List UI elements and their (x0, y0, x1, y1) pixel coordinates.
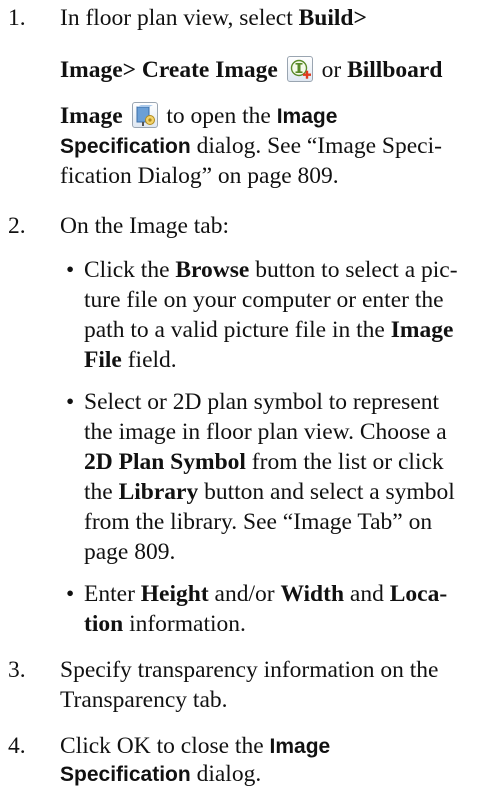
bullet-2-line-1: Select or 2D plan symbol to represent (84, 388, 439, 416)
bullet-3-line-2: tion information. (84, 610, 246, 638)
text: dialog. (190, 761, 262, 787)
text: field. (121, 347, 177, 373)
text: Click the (84, 257, 176, 283)
text: the (84, 479, 119, 505)
bullet-1-line-3: path to a valid picture file in the Imag… (84, 316, 453, 344)
text: to open the (160, 103, 277, 129)
bullet-2-line-3: 2D Plan Symbol from the list or click (84, 448, 444, 476)
bullet-2-line-2: the image in floor plan view. Choose a (84, 418, 447, 446)
field-name: Height (140, 581, 209, 607)
step-1-line-3: Image to open the Image (60, 102, 337, 131)
text: the image in floor plan view. Choose a (84, 419, 447, 445)
bullet-1-line-2: ture file on your computer or enter the (84, 286, 444, 314)
text: ture file on your computer or enter the (84, 287, 444, 313)
step-4-line-2: Specification dialog. (60, 760, 261, 789)
field-name: File (84, 347, 122, 373)
field-name: Image (390, 317, 454, 343)
text: or (315, 57, 348, 83)
field-name: Width (280, 581, 345, 607)
bullet-marker: • (66, 389, 75, 415)
step-3-line-1: Specify transparency information on the (60, 656, 439, 684)
step-2-line-1: On the Image tab: (60, 212, 229, 240)
step-number: 3. (8, 657, 26, 683)
dialog-name: Specification (60, 135, 191, 158)
dialog-name: Specification (60, 763, 191, 786)
menu-image: Image (60, 103, 123, 129)
step-1-line-5: fication Dialog” on page 809. (60, 162, 339, 190)
text: from the list or click (245, 449, 444, 475)
create-image-icon (286, 56, 313, 82)
text: In floor plan view, select (60, 5, 299, 31)
text: and (344, 581, 390, 607)
step-number: 1. (8, 5, 26, 31)
text: Enter (84, 581, 141, 607)
text: Specify transparency information on the (60, 657, 439, 683)
dialog-name: Image (269, 735, 331, 758)
browse-button-name: Browse (175, 257, 250, 283)
step-1-line-2: Image> Create Image or Billboard (60, 56, 442, 84)
text: button to select a pic- (249, 257, 458, 283)
text: from the library. See “Image Tab” on (84, 509, 433, 535)
bullet-2-line-4: the Library button and select a symbol (84, 478, 455, 506)
field-name: 2D Plan Symbol (84, 449, 246, 475)
text: Select or 2D plan symbol to represent (84, 389, 440, 415)
step-3-line-2: Transparency tab. (60, 686, 228, 714)
text: Transparency tab. (60, 687, 228, 713)
step-number: 2. (8, 213, 26, 239)
text: Click OK to close the (60, 733, 270, 759)
text: fication Dialog” on page 809. (60, 163, 339, 189)
text: and/or (208, 581, 281, 607)
step-1-line-4: Specification dialog. See “Image Speci- (60, 132, 442, 161)
bullet-1-line-1: Click the Browse button to select a pic- (84, 256, 458, 284)
bullet-2-line-6: page 809. (84, 538, 175, 566)
bullet-2-line-5: from the library. See “Image Tab” on (84, 508, 432, 536)
dialog-name: Image (276, 105, 338, 128)
text: button and select a symbol (198, 479, 455, 505)
bullet-1-line-4: File field. (84, 346, 177, 374)
menu-build: Build> (298, 5, 367, 31)
text: page 809. (84, 539, 176, 565)
billboard-image-icon (131, 102, 158, 128)
text: path to a valid picture file in the (84, 317, 391, 343)
step-4-line-1: Click OK to close the Image (60, 732, 330, 761)
bullet-3-line-1: Enter Height and/or Width and Loca- (84, 580, 447, 608)
text: information. (123, 611, 246, 637)
bullet-marker: • (66, 257, 75, 283)
library-button-name: Library (118, 479, 199, 505)
field-name: Loca- (389, 581, 448, 607)
step-number: 4. (8, 733, 26, 759)
text: dialog. See “Image Speci- (190, 133, 442, 159)
text: On the Image tab: (60, 213, 230, 239)
menu-billboard: Billboard (347, 57, 443, 83)
menu-path-create-image: Image> Create Image (60, 57, 278, 83)
field-name: tion (84, 611, 124, 637)
step-1-line-1: In floor plan view, select Build> (60, 4, 367, 32)
bullet-marker: • (66, 581, 75, 607)
